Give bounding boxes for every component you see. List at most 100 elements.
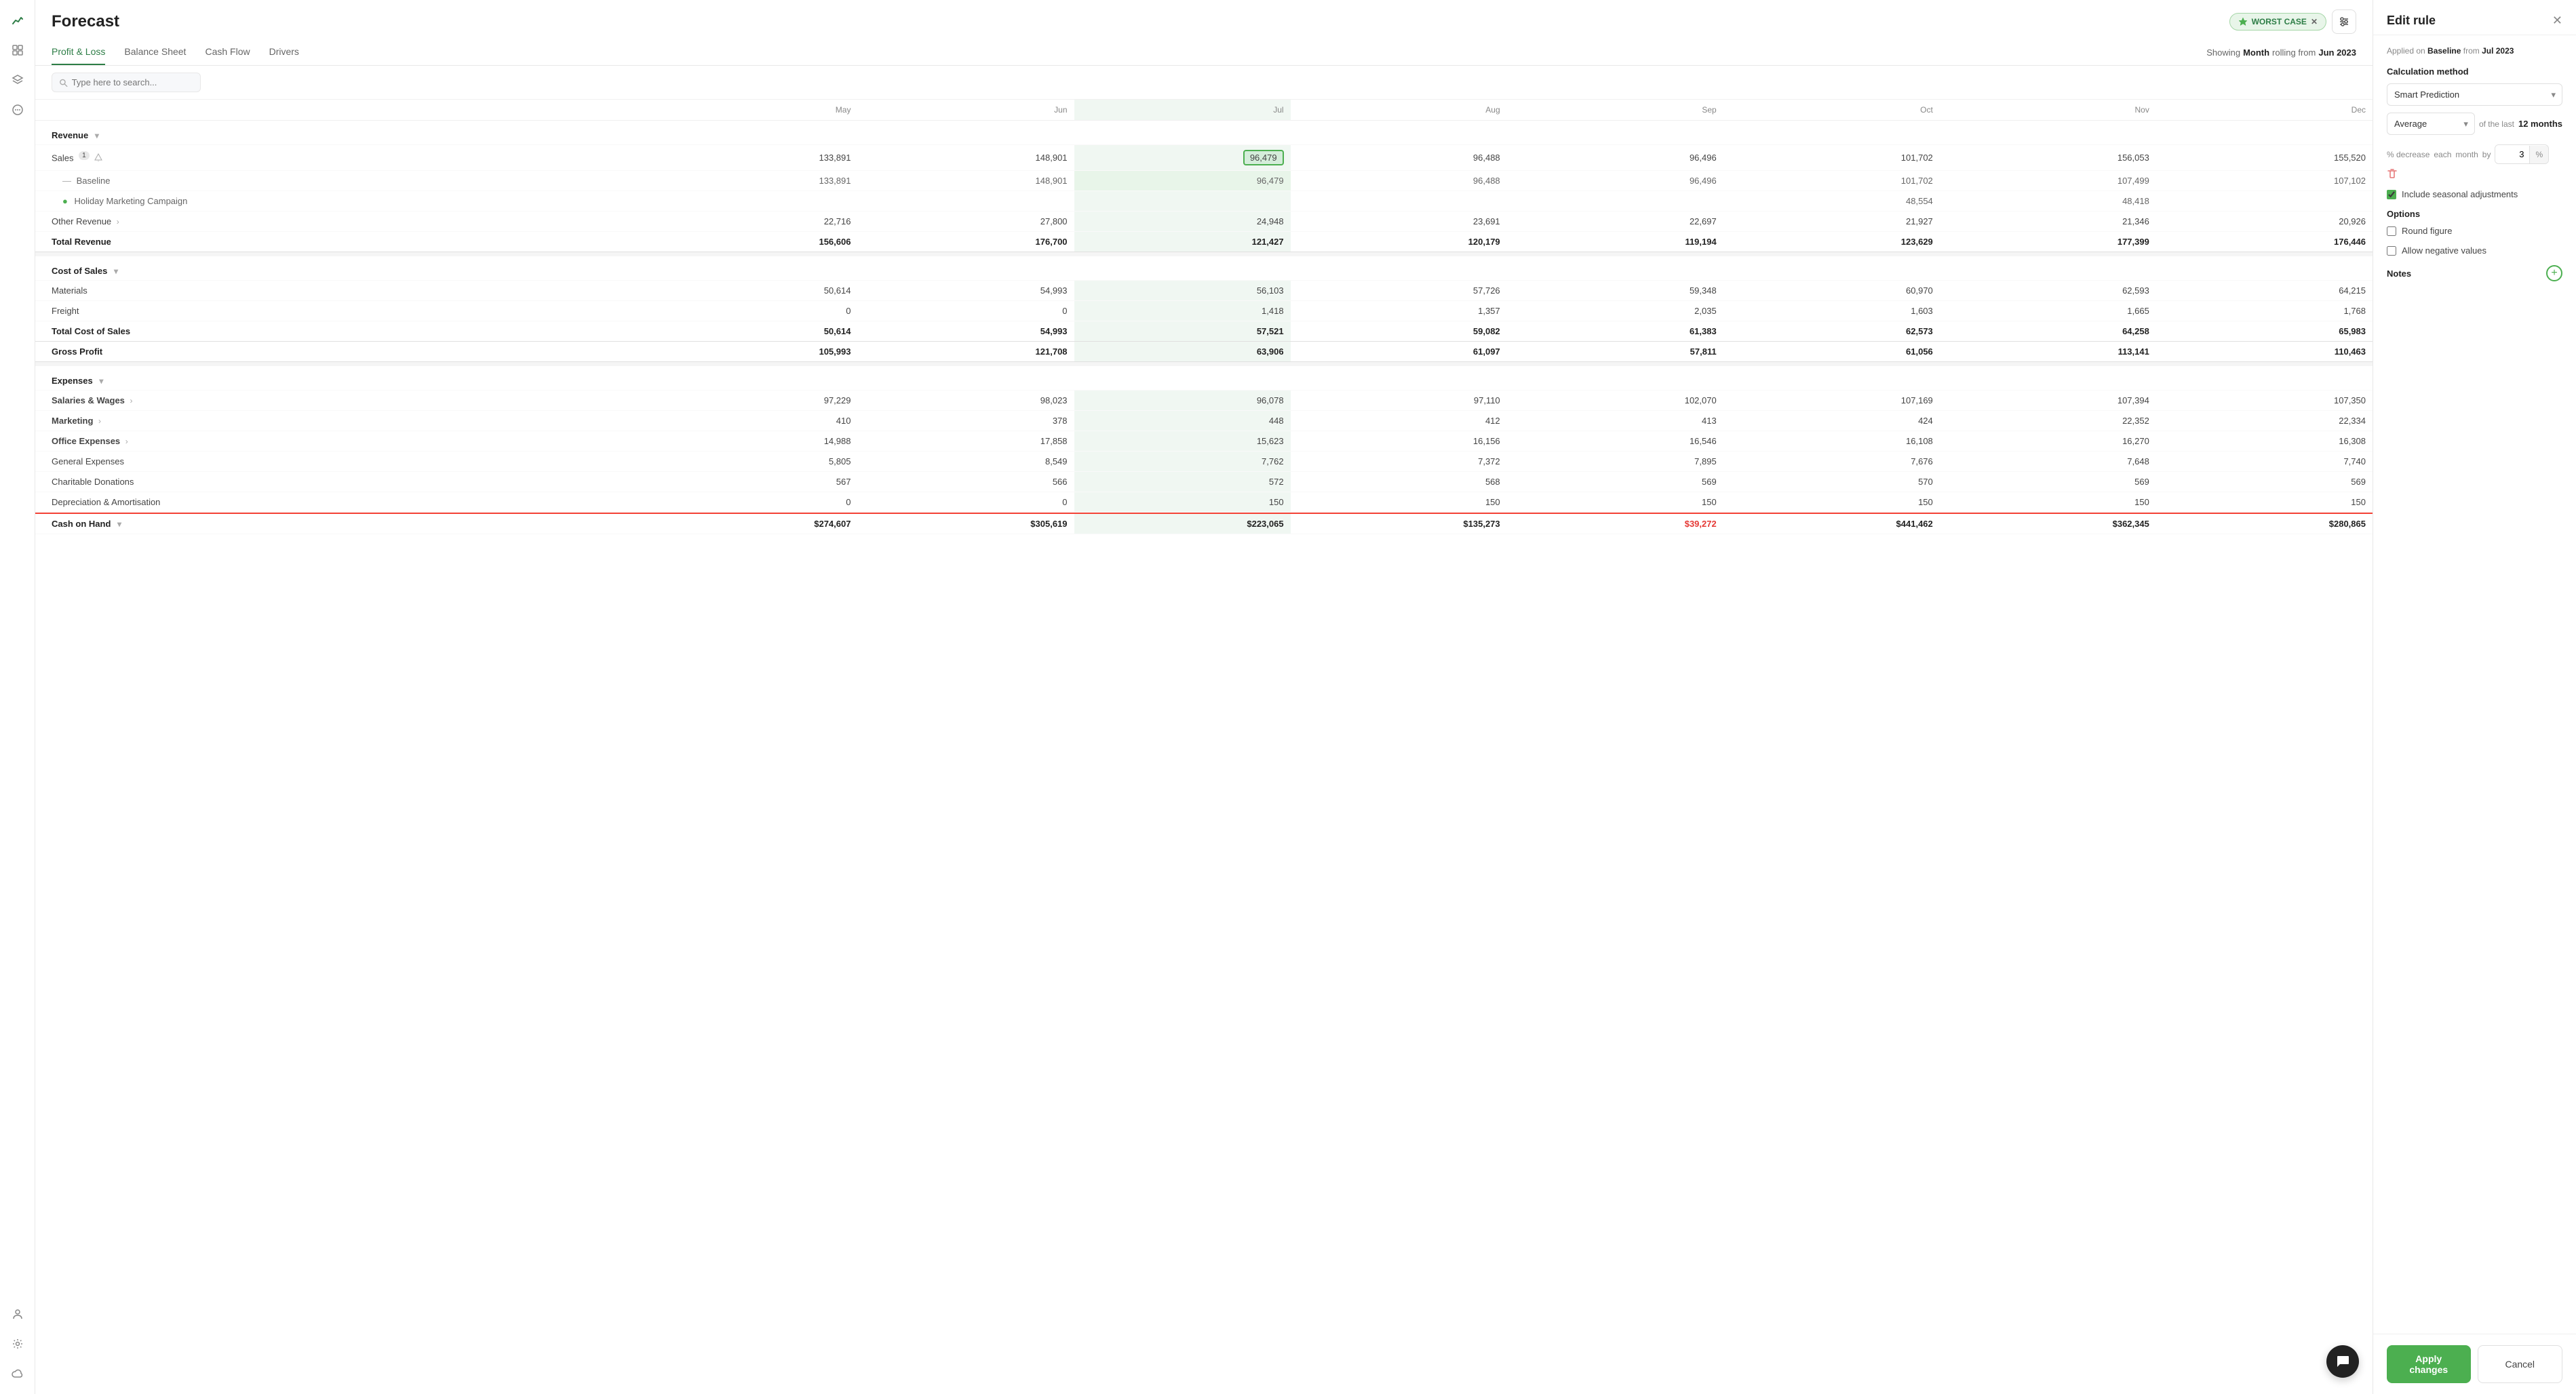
sales-oct: 101,702 (1723, 145, 1940, 171)
other-rev-jun: 27,800 (857, 212, 1074, 232)
salaries-row: Salaries & Wages › 97,22998,023 96,078 9… (35, 391, 2373, 411)
other-rev-oct: 21,927 (1723, 212, 1940, 232)
calc-method-select-wrapper[interactable]: Smart Prediction Average Manual Fixed Gr… (2387, 83, 2562, 106)
cash-may: $274,607 (641, 513, 857, 534)
col-header-sep: Sep (1507, 100, 1723, 121)
col-header-nov: Nov (1940, 100, 2156, 121)
worst-case-label: WORST CASE (2252, 17, 2307, 26)
worst-case-close[interactable]: ✕ (2311, 17, 2318, 26)
marketing-row: Marketing › 410378 448 41241342422,35222… (35, 411, 2373, 431)
cos-section-header: Cost of Sales ▾ (35, 256, 2373, 281)
search-input[interactable] (72, 77, 193, 87)
office-expenses-label: Office Expenses › (35, 431, 641, 452)
close-panel-button[interactable]: ✕ (2552, 14, 2562, 28)
baseline-jun: 148,901 (857, 171, 1074, 191)
calc-method-label: Calculation method (2387, 66, 2562, 77)
cash-jul: $223,065 (1074, 513, 1291, 534)
nav-icon-settings[interactable] (5, 1332, 30, 1356)
baseline-aug: 96,488 (1291, 171, 1507, 191)
total-revenue-label: Total Revenue (35, 232, 641, 252)
expenses-label: Expenses ▾ (35, 366, 641, 391)
delete-percent-button[interactable] (2387, 168, 2398, 182)
allow-negative-row: Allow negative values (2387, 245, 2562, 256)
sales-dec: 155,520 (2156, 145, 2373, 171)
add-note-button[interactable]: + (2546, 265, 2562, 281)
right-panel-title: Edit rule (2387, 14, 2436, 28)
nav-icon-chart[interactable] (5, 8, 30, 33)
col-header-label (35, 100, 641, 121)
campaign-oct: 48,554 (1723, 191, 1940, 212)
sales-label: Sales 1 (35, 145, 641, 171)
right-panel-content: Applied on Baseline from Jul 2023 Calcul… (2373, 35, 2576, 1334)
showing-date: Jun 2023 (2318, 47, 2356, 58)
tab-profit-loss[interactable]: Profit & Loss (52, 39, 105, 65)
cos-label: Cost of Sales ▾ (35, 256, 641, 281)
gross-profit-label: Gross Profit (35, 342, 641, 362)
total-rev-jul: 121,427 (1074, 232, 1291, 252)
campaign-label: ● Holiday Marketing Campaign (35, 191, 641, 212)
nav-icon-users[interactable] (5, 1302, 30, 1326)
avg-select-wrapper[interactable]: Average Last value Median (2387, 113, 2475, 135)
total-rev-oct: 123,629 (1723, 232, 1940, 252)
sales-aug: 96,488 (1291, 145, 1507, 171)
percent-sign: % (2529, 146, 2548, 163)
sales-jul[interactable]: 96,479 (1074, 145, 1291, 171)
cancel-button[interactable]: Cancel (2478, 1345, 2563, 1383)
nav-icon-grid[interactable] (5, 38, 30, 62)
nav-icon-cloud[interactable] (5, 1361, 30, 1386)
seasonal-checkbox[interactable] (2387, 190, 2396, 199)
apply-changes-button[interactable]: Apply changes (2387, 1345, 2471, 1383)
other-rev-dec: 20,926 (2156, 212, 2373, 232)
cash-oct: $441,462 (1723, 513, 1940, 534)
round-figure-checkbox[interactable] (2387, 226, 2396, 236)
total-rev-nov: 177,399 (1940, 232, 2156, 252)
chat-bubble-button[interactable] (2326, 1345, 2359, 1378)
total-cos-label: Total Cost of Sales (35, 321, 641, 342)
notes-label: Notes (2387, 268, 2411, 279)
header: Forecast WORST CASE ✕ (35, 0, 2373, 34)
avg-select[interactable]: Average Last value Median (2387, 113, 2475, 135)
sales-may: 133,891 (641, 145, 857, 171)
col-header-oct: Oct (1723, 100, 1940, 121)
cash-aug: $135,273 (1291, 513, 1507, 534)
search-input-wrap[interactable] (52, 73, 201, 92)
tab-balance-sheet[interactable]: Balance Sheet (124, 39, 186, 65)
other-rev-nov: 21,346 (1940, 212, 2156, 232)
nav-icon-chat[interactable] (5, 98, 30, 122)
round-figure-row: Round figure (2387, 226, 2562, 236)
tab-cash-flow[interactable]: Cash Flow (205, 39, 250, 65)
nav-icon-layers[interactable] (5, 68, 30, 92)
percent-input-wrap[interactable]: % (2495, 144, 2549, 164)
campaign-nov: 48,418 (1940, 191, 2156, 212)
seasonal-checkbox-row: Include seasonal adjustments (2387, 189, 2562, 199)
cash-on-hand-label: Cash on Hand ▾ (35, 513, 641, 534)
percent-input[interactable] (2495, 145, 2529, 163)
main-content: Forecast WORST CASE ✕ (35, 0, 2373, 1394)
baseline-dec: 107,102 (2156, 171, 2373, 191)
cash-jun: $305,619 (857, 513, 1074, 534)
gross-profit-row: Gross Profit 105,993121,708 63,906 61,09… (35, 342, 2373, 362)
col-header-jun: Jun (857, 100, 1074, 121)
calc-method-select[interactable]: Smart Prediction Average Manual Fixed Gr… (2387, 83, 2562, 106)
depreciation-label: Depreciation & Amortisation (35, 492, 641, 513)
total-rev-may: 156,606 (641, 232, 857, 252)
total-rev-sep: 119,194 (1507, 232, 1723, 252)
campaign-row: ● Holiday Marketing Campaign 48,554 48,4… (35, 191, 2373, 212)
other-rev-sep: 22,697 (1507, 212, 1723, 232)
applied-on-text: Applied on Baseline from Jul 2023 (2387, 46, 2562, 56)
worst-case-badge[interactable]: WORST CASE ✕ (2229, 13, 2326, 31)
campaign-jul (1074, 191, 1291, 212)
baseline-label: — Baseline (35, 171, 641, 191)
other-rev-jul: 24,948 (1074, 212, 1291, 232)
allow-negative-checkbox[interactable] (2387, 246, 2396, 256)
general-expenses-label: General Expenses (35, 452, 641, 472)
percent-row: % decrease each month by % (2387, 144, 2562, 182)
tab-drivers[interactable]: Drivers (269, 39, 299, 65)
baseline-nov: 107,499 (1940, 171, 2156, 191)
calc-method-select-row: Smart Prediction Average Manual Fixed Gr… (2387, 83, 2562, 106)
baseline-oct: 101,702 (1723, 171, 1940, 191)
percent-decrease-label: % decrease (2387, 150, 2429, 159)
filter-button[interactable] (2332, 9, 2356, 34)
right-panel-header: Edit rule ✕ (2373, 0, 2576, 35)
salaries-label: Salaries & Wages › (35, 391, 641, 411)
